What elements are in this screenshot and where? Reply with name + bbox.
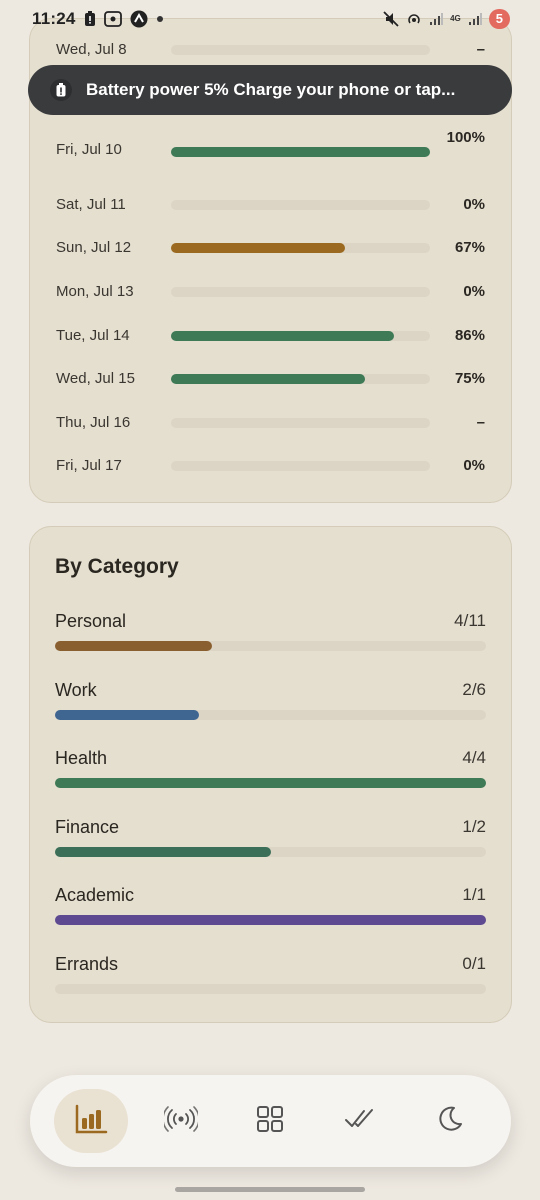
hotspot-icon [406, 11, 422, 27]
day-label: Thu, Jul 16 [56, 414, 131, 431]
category-row: Academic 1/1 [55, 885, 486, 925]
day-progress-bar [171, 461, 430, 471]
day-progress-fill [171, 331, 394, 341]
category-name: Personal [55, 611, 127, 631]
day-progress-bar [171, 374, 430, 384]
day-label: Fri, Jul 10 [56, 141, 122, 158]
category-progress-bar [55, 984, 486, 994]
category-name: Errands [55, 954, 119, 974]
category-name: Work [55, 680, 97, 700]
day-percent: 100% [446, 129, 485, 146]
bottom-navigation [30, 1075, 511, 1167]
signal-icon [429, 12, 444, 26]
day-row: Fri, Jul 17 0% [30, 456, 511, 486]
category-count: 0/1 [462, 954, 486, 973]
category-count: 4/11 [454, 611, 486, 630]
day-progress-fill [171, 374, 366, 384]
grid-icon [256, 1105, 284, 1138]
category-count: 2/6 [462, 680, 486, 699]
battery-alert-icon [84, 11, 96, 27]
category-row: Personal 4/11 [55, 611, 486, 651]
day-label: Sat, Jul 11 [56, 196, 126, 213]
day-progress-bar [171, 200, 430, 210]
day-row: Sun, Jul 12 67% [30, 238, 511, 268]
toast-message: Battery power 5% Charge your phone or ta… [86, 80, 456, 99]
day-percent: 67% [454, 239, 485, 256]
day-progress-bar [171, 287, 430, 297]
day-row: Wed, Jul 15 75% [30, 369, 511, 399]
category-count: 1/1 [462, 885, 486, 904]
category-progress-bar [55, 847, 486, 857]
broadcast-icon [161, 1105, 200, 1137]
day-progress-bar [171, 45, 430, 55]
by-category-card: By Category Personal 4/11 Work 2/6 Health 4/4… [29, 526, 512, 1023]
bar-chart-icon [74, 1104, 108, 1139]
category-row: Health 4/4 [55, 748, 486, 788]
day-row: Sat, Jul 11 0% [30, 195, 511, 225]
nav-tasks[interactable] [323, 1089, 397, 1153]
category-name: Academic [55, 885, 135, 905]
mute-icon [383, 11, 399, 27]
category-progress-bar [55, 915, 486, 925]
day-label: Tue, Jul 14 [56, 327, 130, 344]
day-percent: 86% [454, 327, 485, 344]
navigation-icon [130, 10, 148, 28]
battery-level: 5 [488, 9, 510, 29]
day-label: Wed, Jul 8 [56, 41, 127, 58]
category-progress-fill [55, 641, 212, 651]
category-name: Health [55, 748, 108, 768]
category-progress-bar [55, 778, 486, 788]
day-progress-bar [171, 418, 430, 428]
category-progress-bar [55, 710, 486, 720]
category-count: 1/2 [462, 817, 486, 836]
network-type: 4G [450, 14, 461, 23]
day-label: Wed, Jul 15 [56, 370, 135, 387]
status-time: 11:24 [32, 9, 76, 28]
day-percent: 0% [463, 196, 485, 213]
moon-icon [436, 1105, 464, 1138]
nav-dashboard[interactable] [233, 1089, 307, 1153]
day-label: Sun, Jul 12 [56, 239, 132, 256]
notification-dot-icon [156, 15, 164, 23]
category-progress-fill [55, 778, 486, 788]
day-progress-bar [171, 147, 430, 157]
card-title: By Category [55, 555, 179, 578]
category-progress-bar [55, 641, 486, 651]
day-progress-fill [171, 147, 430, 157]
day-progress-bar [171, 243, 430, 253]
day-label: Fri, Jul 17 [56, 457, 122, 474]
day-percent: 0% [463, 283, 485, 300]
category-name: Finance [55, 817, 120, 837]
screenshot-icon [103, 11, 122, 27]
category-count: 4/4 [462, 748, 486, 767]
day-row: Mon, Jul 13 0% [30, 282, 511, 312]
double-check-icon [344, 1107, 376, 1136]
category-progress-fill [55, 915, 486, 925]
day-progress-bar [171, 331, 430, 341]
day-row: Thu, Jul 16 – [30, 413, 511, 443]
battery-alert-icon [50, 79, 72, 101]
category-row: Work 2/6 [55, 680, 486, 720]
signal-icon-2 [468, 12, 482, 26]
day-percent: – [476, 414, 485, 431]
nav-sleep[interactable] [413, 1089, 487, 1153]
day-progress-fill [171, 243, 345, 253]
day-row: Fri, Jul 10 100% [30, 129, 511, 170]
nav-focus[interactable] [144, 1089, 218, 1153]
status-bar: 11:24 4G 5 [0, 0, 540, 38]
day-label: Mon, Jul 13 [56, 283, 134, 300]
nav-stats[interactable] [53, 1089, 128, 1153]
home-indicator[interactable] [175, 1187, 365, 1192]
battery-toast[interactable]: Battery power 5% Charge your phone or ta… [28, 65, 512, 115]
day-percent: 0% [463, 457, 485, 474]
category-progress-fill [55, 710, 199, 720]
category-row: Errands 0/1 [55, 954, 486, 994]
category-row: Finance 1/2 [55, 817, 486, 857]
day-percent: 75% [454, 370, 485, 387]
category-progress-fill [55, 847, 271, 857]
day-percent: – [476, 41, 485, 58]
day-row: Tue, Jul 14 86% [30, 326, 511, 356]
